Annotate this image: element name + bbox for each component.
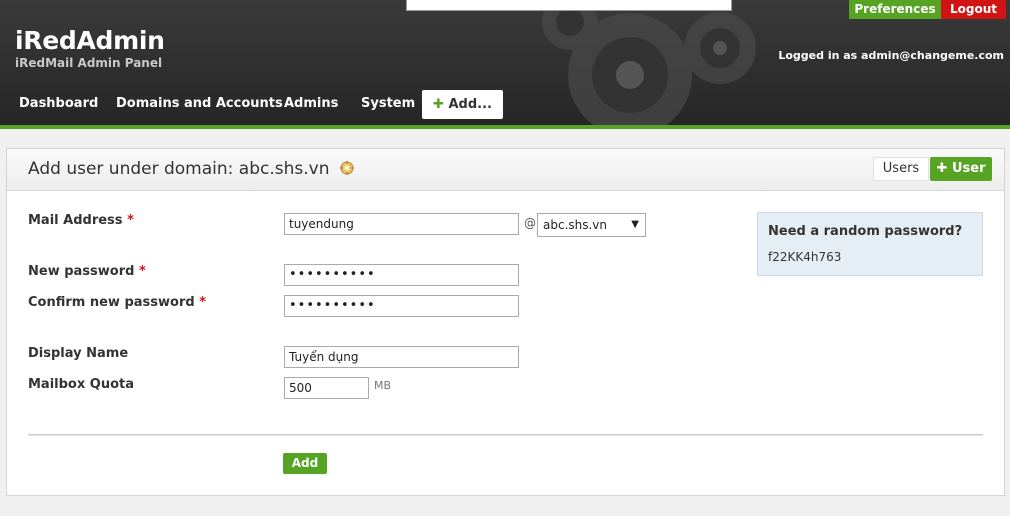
- required-mark: *: [138, 264, 146, 279]
- mail-address-label: Mail Address *: [28, 213, 134, 228]
- domain-select[interactable]: abc.shs.vn ▼: [537, 213, 646, 237]
- panel-header: Add user under domain: abc.shs.vn Users …: [7, 149, 1004, 191]
- plus-icon: ✚: [936, 161, 948, 176]
- mailbox-quota-label: Mailbox Quota: [28, 377, 134, 392]
- tab-add-user[interactable]: ✚ User: [930, 157, 992, 181]
- preferences-button[interactable]: Preferences: [849, 0, 941, 19]
- tab-users[interactable]: Users: [873, 157, 929, 181]
- random-password-title: Need a random password?: [768, 224, 963, 239]
- nav-admins[interactable]: Admins: [284, 88, 338, 120]
- caret-down-icon: ▼: [631, 219, 639, 230]
- tab-add-user-label: User: [951, 161, 986, 176]
- random-password-value: f22KK4h763: [768, 250, 842, 264]
- nav-system[interactable]: System: [361, 88, 415, 120]
- nav-dashboard[interactable]: Dashboard: [19, 88, 98, 120]
- required-mark: *: [127, 213, 134, 228]
- nav-add-button[interactable]: ✚ Add...: [422, 90, 503, 119]
- form-divider: [28, 434, 983, 436]
- logout-button[interactable]: Logout: [941, 0, 1006, 19]
- confirm-password-input[interactable]: ••••••••••: [284, 295, 519, 317]
- display-name-input[interactable]: Tuyển dụng: [284, 346, 519, 368]
- nav-add-label: Add...: [448, 97, 492, 112]
- display-name-label: Display Name: [28, 346, 129, 361]
- domain-select-value: abc.shs.vn: [543, 218, 608, 232]
- add-submit-button[interactable]: Add: [283, 453, 327, 474]
- confirm-password-label-text: Confirm new password: [28, 295, 195, 310]
- required-mark: *: [199, 295, 207, 310]
- header-accent-bar: [0, 125, 1010, 129]
- mail-address-label-text: Mail Address: [28, 213, 123, 228]
- random-password-box: Need a random password? f22KK4h763: [757, 212, 983, 276]
- logged-in-status: Logged in as admin@changeme.com: [778, 49, 1004, 62]
- app-header: iRedAdmin iRedMail Admin Panel Preferenc…: [0, 0, 1010, 125]
- page-title-text: Add user under domain: abc.shs.vn: [28, 159, 330, 179]
- new-password-input[interactable]: ••••••••••: [284, 264, 519, 286]
- mail-address-input[interactable]: tuyendung: [284, 213, 519, 235]
- mailbox-quota-input[interactable]: 500: [284, 377, 369, 399]
- plus-icon: ✚: [433, 97, 444, 112]
- add-user-panel: Add user under domain: abc.shs.vn Users …: [6, 148, 1005, 496]
- confirm-password-label: Confirm new password *: [28, 295, 206, 310]
- main-nav: Dashboard Domains and Accounts Admins Sy…: [0, 88, 1010, 120]
- brand-tagline: iRedMail Admin Panel: [15, 56, 163, 70]
- quota-unit: MB: [374, 379, 392, 392]
- new-password-label-text: New password: [28, 264, 135, 279]
- page-title: Add user under domain: abc.shs.vn: [28, 159, 355, 179]
- edit-domain-icon[interactable]: [339, 160, 355, 176]
- top-dropdown-edge: [406, 0, 732, 11]
- new-password-label: New password *: [28, 264, 146, 279]
- brand-title[interactable]: iRedAdmin: [15, 26, 165, 55]
- nav-domains-accounts[interactable]: Domains and Accounts: [116, 88, 283, 120]
- at-sign: @: [524, 216, 536, 230]
